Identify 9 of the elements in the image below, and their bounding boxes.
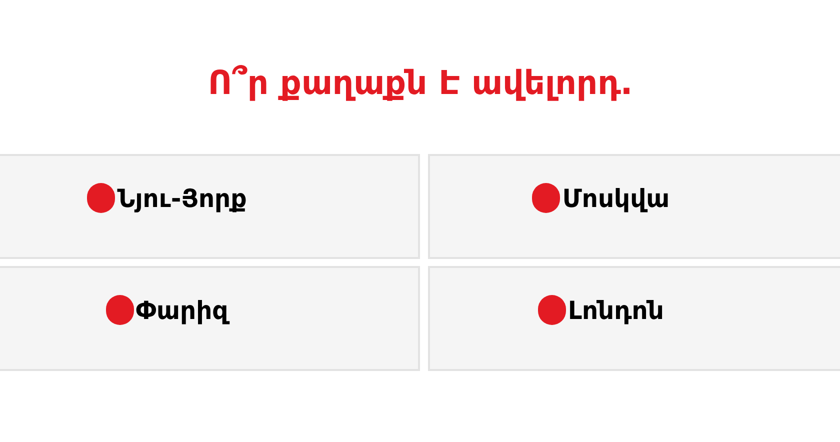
answer-option[interactable]: Լոնդոն	[428, 266, 840, 370]
option-label: Մոսկվա	[562, 182, 670, 214]
option-label: Փարիզ	[136, 294, 228, 326]
answer-option[interactable]: Նյու-Յորք	[0, 154, 420, 258]
answer-option[interactable]: Մոսկվա	[428, 154, 840, 258]
option-label: Նյու-Յորք	[117, 182, 247, 214]
answer-option[interactable]: Փարիզ	[0, 266, 420, 370]
option-label: Լոնդոն	[568, 294, 664, 326]
question-title: Ո՞ր քաղաքն Է ավելորդ․	[208, 62, 632, 104]
